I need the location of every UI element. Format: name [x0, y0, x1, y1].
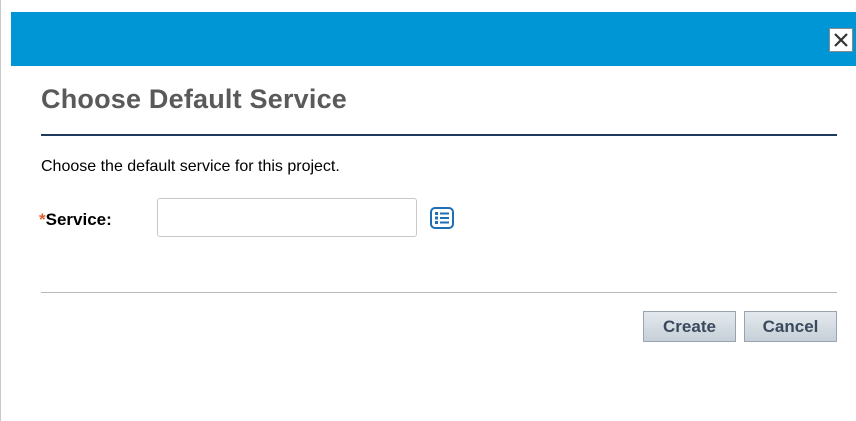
page-title: Choose Default Service [41, 84, 348, 114]
footer-divider [41, 292, 837, 293]
cancel-button[interactable]: Cancel [744, 311, 837, 342]
title-divider [41, 134, 837, 136]
service-lookup-button[interactable] [430, 207, 454, 229]
close-button[interactable] [829, 28, 853, 52]
close-icon [834, 33, 848, 47]
service-input[interactable] [157, 198, 417, 237]
service-label-text: Service: [45, 210, 112, 229]
service-field-label: *Service: [39, 210, 112, 230]
required-marker: * [39, 210, 46, 229]
choose-default-service-dialog: Choose Default Service Choose the defaul… [0, 0, 856, 421]
list-lookup-icon [430, 207, 454, 229]
dialog-description: Choose the default service for this proj… [41, 158, 340, 175]
dialog-titlebar [11, 12, 856, 66]
create-button[interactable]: Create [643, 311, 736, 342]
